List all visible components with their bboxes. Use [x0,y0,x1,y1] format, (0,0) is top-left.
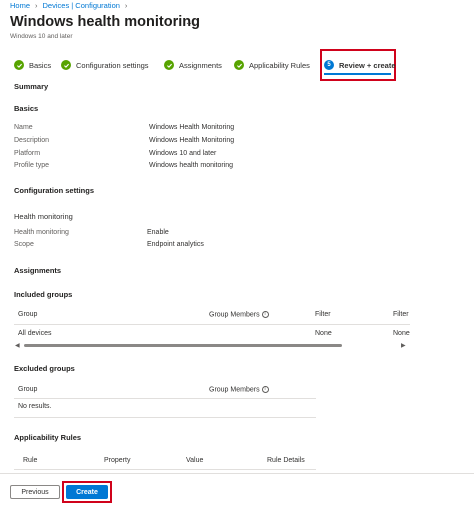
table-cell-group: All devices [18,330,52,337]
health-monitoring-label: Health monitoring [14,229,69,236]
column-header-filter: Filter [315,311,331,318]
basics-platform-value: Windows 10 and later [149,150,217,157]
column-header-value: Value [186,457,204,464]
step-review-create[interactable]: 5 Review + create [324,60,396,70]
breadcrumb: Home › Devices | Configuration › [10,1,127,10]
more-options-icon[interactable]: ... [186,16,196,27]
active-step-underline [324,73,391,75]
chevron-right-icon: › [124,1,128,10]
table-divider [14,398,316,399]
checkmark-icon [234,60,244,70]
column-header-property: Property [104,457,131,464]
basics-name-label: Name [14,124,33,131]
step-assignments[interactable]: Assignments [164,60,222,70]
footer-divider [0,473,474,474]
step-number-badge: 5 [324,60,334,70]
checkmark-icon [61,60,71,70]
assignments-heading: Assignments [14,266,62,275]
breadcrumb-home-link[interactable]: Home [10,1,30,10]
scroll-left-arrow[interactable]: ◀ [15,342,20,349]
page-title: Windows health monitoring [10,14,200,30]
table-cell-filter-mode: None [393,330,410,337]
basics-description-value: Windows Health Monitoring [149,137,235,144]
column-header-group-members: Group Members i [209,311,269,318]
step-applicability-rules[interactable]: Applicability Rules [234,60,310,70]
scope-value: Endpoint analytics [147,241,204,248]
step-label: Configuration settings [76,60,149,70]
column-header-rule-details: Rule Details [267,457,305,464]
create-button[interactable]: Create [66,485,108,499]
basics-name-value: Windows Health Monitoring [149,124,235,131]
page-subtitle: Windows 10 and later [10,33,73,40]
checkmark-icon [14,60,24,70]
column-header-filter-mode: Filter [393,311,409,318]
horizontal-scrollbar[interactable] [24,344,342,347]
step-label: Applicability Rules [249,60,310,70]
basics-description-label: Description [14,137,50,144]
basics-platform-label: Platform [14,150,41,157]
configuration-settings-heading: Configuration settings [14,186,94,195]
breadcrumb-devices-configuration-link[interactable]: Devices | Configuration [43,1,120,10]
column-header-group-members: Group Members i [209,386,269,393]
info-icon[interactable]: i [261,386,269,393]
basics-profile-type-value: Windows health monitoring [149,162,234,169]
step-label: Basics [29,60,52,70]
info-icon[interactable]: i [261,311,269,318]
step-basics[interactable]: Basics [14,60,51,70]
health-monitoring-value: Enable [147,229,169,236]
checkmark-icon [164,60,174,70]
step-label: Review + create [339,60,396,70]
column-header-group: Group [18,311,38,318]
step-label: Assignments [179,60,222,70]
excluded-groups-heading: Excluded groups [14,364,75,373]
included-groups-heading: Included groups [14,290,73,299]
scope-label: Scope [14,241,34,248]
scroll-right-arrow[interactable]: ▶ [401,342,406,349]
table-divider [14,417,316,418]
table-divider [14,469,316,470]
step-configuration-settings[interactable]: Configuration settings [61,60,149,70]
table-divider [14,324,410,325]
table-cell-filter: None [315,330,332,337]
basics-heading: Basics [14,104,39,113]
column-header-group: Group [18,386,38,393]
no-results-text: No results. [18,403,52,410]
summary-heading: Summary [14,82,49,91]
applicability-rules-heading: Applicability Rules [14,433,82,442]
basics-profile-type-label: Profile type [14,162,50,169]
health-monitoring-subheading: Health monitoring [14,212,73,221]
chevron-right-icon: › [35,1,38,10]
previous-button[interactable]: Previous [10,485,60,499]
column-header-rule: Rule [23,457,38,464]
